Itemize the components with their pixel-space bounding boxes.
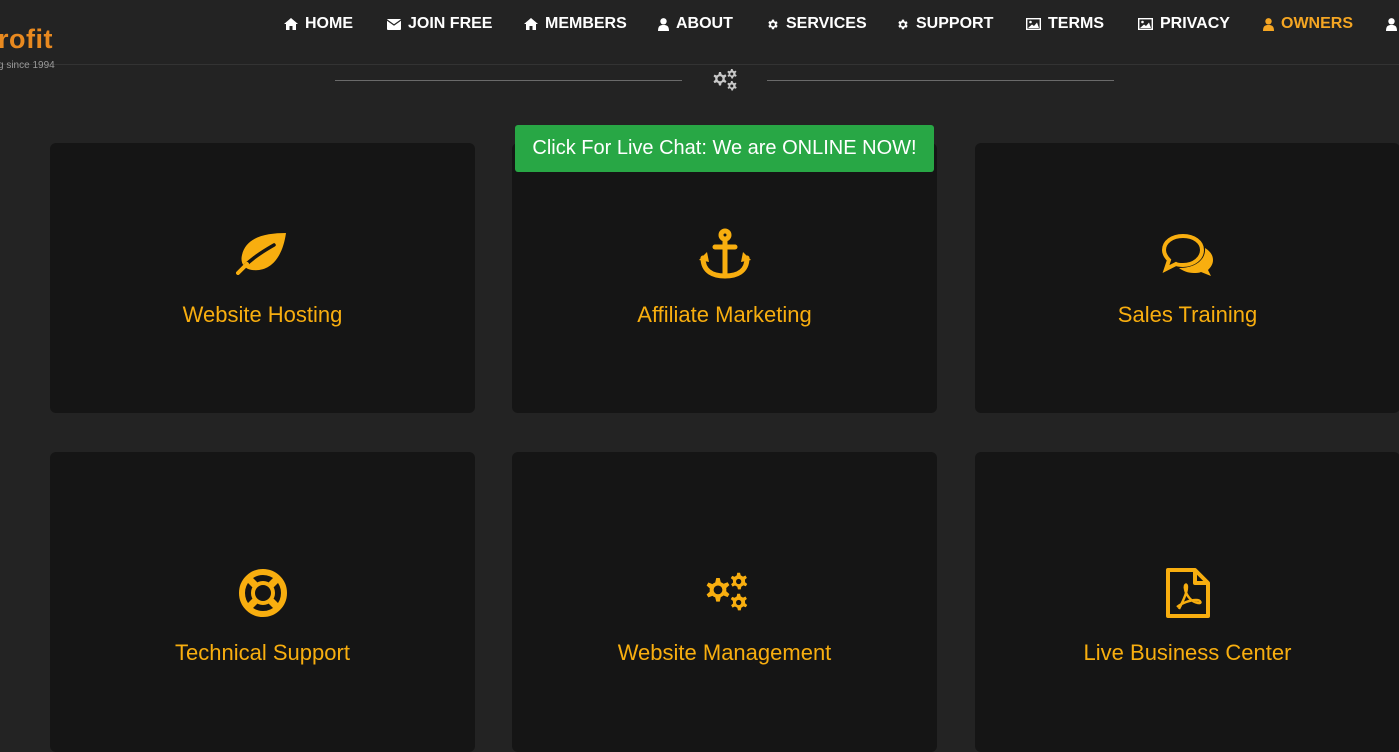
service-title: Website Hosting <box>182 302 343 327</box>
gear-icon <box>768 19 778 29</box>
main-nav: HOME JOIN FREE MEMBERS ABOUT SERVICES SU… <box>0 0 1399 48</box>
nav-item-label: HOME <box>305 15 353 32</box>
nav-item-services[interactable]: SERVICES <box>766 13 867 35</box>
nav-item-owners[interactable]: OWNERS <box>1263 13 1353 35</box>
envelope-icon <box>387 18 401 30</box>
nav-item-join-free[interactable]: JOIN FREE <box>387 13 492 35</box>
site-header: rofit g since 1994 HOME JOIN FREE MEMBER… <box>0 0 1399 71</box>
nav-item-privacy[interactable]: PRIVACY <box>1138 13 1230 35</box>
nav-item-overflow[interactable] <box>1386 13 1397 35</box>
service-card-technical-support[interactable]: Technical Support <box>50 452 475 752</box>
nav-item-home[interactable]: HOME <box>284 13 353 35</box>
service-title: Sales Training <box>1117 302 1258 327</box>
file-pdf-icon <box>975 567 1399 619</box>
service-title: Live Business Center <box>1083 640 1292 665</box>
nav-item-label: TERMS <box>1048 15 1104 32</box>
service-title: Technical Support <box>175 640 350 665</box>
service-title: Affiliate Marketing <box>637 302 812 327</box>
live-chat-button[interactable]: Click For Live Chat: We are ONLINE NOW! <box>515 125 934 172</box>
service-title: Website Management <box>617 640 832 665</box>
service-card-website-hosting[interactable]: Website Hosting <box>50 143 475 413</box>
user-icon <box>1386 17 1397 31</box>
leaf-icon <box>50 231 475 275</box>
nav-item-label: MEMBERS <box>545 15 627 32</box>
image-icon <box>1138 18 1153 30</box>
service-card-sales-training[interactable]: Sales Training <box>975 143 1399 413</box>
user-icon <box>1263 17 1274 31</box>
home-icon <box>284 18 298 30</box>
nav-item-label: SUPPORT <box>916 15 994 32</box>
service-card-affiliate-marketing[interactable]: Affiliate Marketing <box>512 143 937 413</box>
anchor-icon <box>512 228 937 280</box>
image-icon <box>1026 18 1041 30</box>
nav-item-label: ABOUT <box>676 15 733 32</box>
logo-tagline: g since 1994 <box>0 60 55 71</box>
life-ring-icon <box>50 567 475 619</box>
divider-line-left <box>335 80 682 81</box>
nav-item-label: SERVICES <box>786 15 867 32</box>
nav-item-terms[interactable]: TERMS <box>1026 13 1104 35</box>
divider-line-right <box>767 80 1114 81</box>
nav-item-label: JOIN FREE <box>408 15 493 32</box>
home-icon <box>524 18 538 30</box>
gear-icon <box>898 19 908 29</box>
user-icon <box>658 17 669 31</box>
nav-item-label: OWNERS <box>1281 15 1353 32</box>
service-card-website-management[interactable]: Website Management <box>512 452 937 752</box>
nav-item-label: PRIVACY <box>1160 15 1230 32</box>
service-card-live-business-center[interactable]: Live Business Center <box>975 452 1399 752</box>
nav-item-support[interactable]: SUPPORT <box>896 13 993 35</box>
gears-icon <box>708 66 740 99</box>
nav-item-members[interactable]: MEMBERS <box>524 13 627 35</box>
comments-icon <box>975 233 1399 277</box>
nav-item-about[interactable]: ABOUT <box>658 13 733 35</box>
gears-icon <box>512 567 937 617</box>
